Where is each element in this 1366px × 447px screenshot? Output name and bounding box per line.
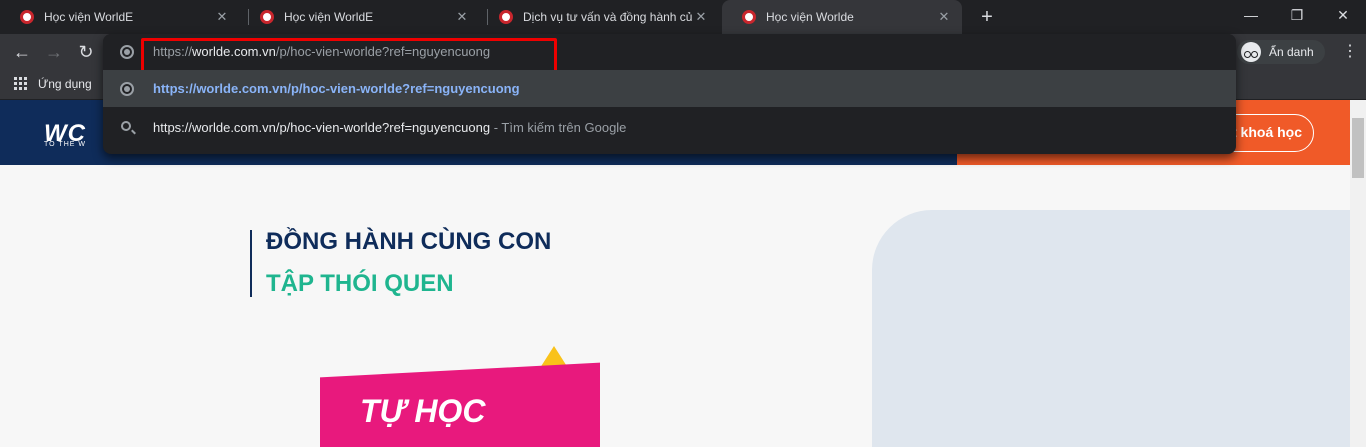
tab-hoc-vien-worlde-1[interactable]: Học viện WorldE ✕ [0,0,240,34]
minimize-button[interactable]: — [1228,0,1274,30]
incognito-badge[interactable]: Ẩn danh [1237,40,1325,64]
tab-hoc-vien-worlde-2[interactable]: Học viện WorldE ✕ [240,0,480,34]
close-tab-icon[interactable]: ✕ [936,9,952,25]
tab-title: Học viện WorldE [44,10,134,24]
omnibox-dropdown: https://worlde.com.vn/p/hoc-vien-worlde?… [103,34,1236,154]
maximize-button[interactable]: ❐ [1274,0,1320,30]
close-tab-icon[interactable]: ✕ [693,9,709,25]
scrollbar-thumb[interactable] [1352,118,1364,178]
self-study-label: TỰ HỌC [360,393,486,429]
new-tab-button[interactable]: + [978,4,996,30]
suggestion-url-item[interactable]: https://worlde.com.vn/p/hoc-vien-worlde?… [103,70,1236,107]
suggestion-text: https://worlde.com.vn/p/hoc-vien-worlde?… [153,81,520,96]
browser-menu-icon[interactable]: ⋮ [1340,40,1360,64]
tab-hoc-vien-worlde-active[interactable]: Học viện Worlde ✕ [722,0,962,34]
tab-title: Học viện Worlde [766,10,854,24]
apps-bookmark[interactable]: Ứng dụng [38,77,92,91]
site-favicon-icon [499,10,513,24]
tab-title: Học viện WorldE [284,10,374,24]
hero-subheading: TẬP THÓI QUEN [266,270,454,297]
forward-button[interactable]: → [42,40,66,64]
tab-dich-vu-tu-van[interactable]: Dịch vụ tư vấn và đồng hành của ✕ [479,0,719,34]
highlight-box [141,38,557,73]
hero-divider [250,230,252,297]
suggestion-search-item[interactable]: https://worlde.com.vn/p/hoc-vien-worlde?… [103,107,1236,147]
site-favicon-icon [260,10,274,24]
suggestion-query: https://worlde.com.vn/p/hoc-vien-worlde?… [153,120,491,135]
incognito-label: Ẩn danh [1269,45,1314,59]
hero-heading: ĐỒNG HÀNH CÙNG CON [266,228,552,255]
globe-icon [120,82,134,96]
back-button[interactable]: ← [10,40,34,64]
address-bar[interactable]: https://worlde.com.vn/p/hoc-vien-worlde?… [103,34,1236,73]
site-logo-tagline: TO THE W [44,141,86,148]
site-favicon-icon [742,10,756,24]
apps-grid-icon[interactable] [14,77,28,91]
tab-title: Dịch vụ tư vấn và đồng hành của [523,10,693,24]
reload-button[interactable]: ↻ [74,40,98,64]
suggestion-suffix: - Tìm kiếm trên Google [490,120,627,135]
close-tab-icon[interactable]: ✕ [214,9,230,25]
globe-icon [120,45,134,59]
incognito-icon [1241,42,1261,62]
close-tab-icon[interactable]: ✕ [454,9,470,25]
suggestion-text: https://worlde.com.vn/p/hoc-vien-worlde?… [153,120,626,135]
hero-photo [872,210,1350,447]
search-icon [121,121,131,131]
close-window-button[interactable]: ✕ [1320,0,1366,30]
site-favicon-icon [20,10,34,24]
